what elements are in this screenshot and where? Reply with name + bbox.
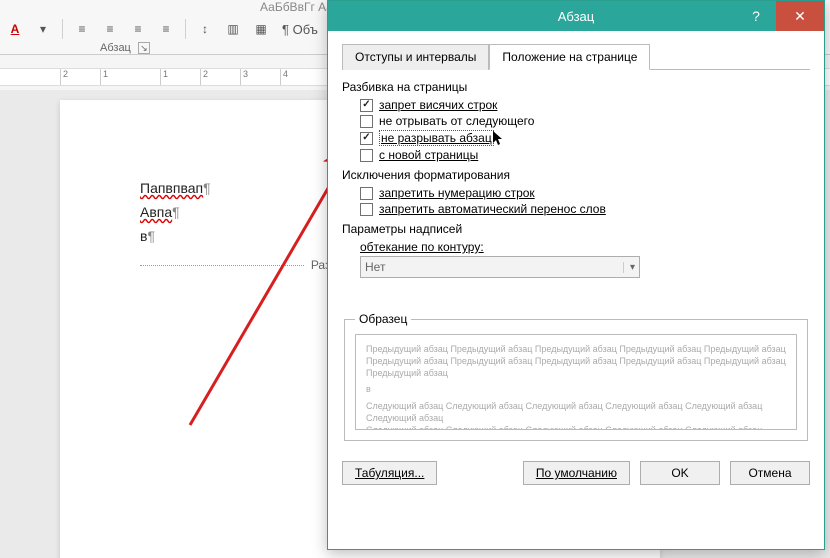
dialog-titlebar: Абзац ? ✕	[328, 1, 824, 31]
wrap-combo-value: Нет	[365, 260, 385, 274]
tabs-button[interactable]: Табуляция...	[342, 461, 437, 485]
shading-icon[interactable]: ▥	[222, 18, 244, 40]
align-center-icon[interactable]: ≡	[99, 18, 121, 40]
help-button[interactable]: ?	[736, 1, 776, 31]
group-pagination: Разбивка на страницы	[342, 80, 810, 94]
dialog-tabs: Отступы и интервалы Положение на страниц…	[342, 43, 810, 70]
checkbox-icon[interactable]	[360, 132, 373, 145]
line-spacing-icon[interactable]: ↕	[194, 18, 216, 40]
preview-legend: Образец	[355, 312, 411, 326]
chevron-down-icon: ▾	[623, 262, 635, 273]
ok-button[interactable]: OK	[640, 461, 720, 485]
check-suppress-line-numbers[interactable]: запретить нумерацию строк	[360, 186, 810, 200]
borders-icon[interactable]: ▦	[250, 18, 272, 40]
align-left-icon[interactable]: ≡	[71, 18, 93, 40]
align-justify-icon[interactable]: ≡	[155, 18, 177, 40]
preview-fieldset: Образец Предыдущий абзац Предыдущий абза…	[344, 312, 808, 441]
check-no-hyphenation[interactable]: запретить автоматический перенос слов	[360, 202, 810, 216]
checkbox-icon[interactable]	[360, 115, 373, 128]
ribbon-group-paragraph: Абзац ↘	[100, 42, 150, 54]
group-exceptions: Исключения форматирования	[342, 168, 810, 182]
paragraph-dialog: Абзац ? ✕ Отступы и интервалы Положение …	[327, 0, 825, 550]
align-right-icon[interactable]: ≡	[127, 18, 149, 40]
default-button[interactable]: По умолчанию	[523, 461, 630, 485]
close-button[interactable]: ✕	[776, 1, 824, 31]
cursor-icon	[492, 130, 504, 146]
dialog-launcher-icon[interactable]: ↘	[138, 42, 150, 54]
check-keep-with-next[interactable]: не отрывать от следующего	[360, 114, 810, 128]
checkbox-icon[interactable]	[360, 203, 373, 216]
checkbox-icon[interactable]	[360, 99, 373, 112]
font-color-dropdown-icon[interactable]: ▾	[32, 18, 54, 40]
preview-box: Предыдущий абзац Предыдущий абзац Предыд…	[355, 334, 797, 430]
check-page-break-before[interactable]: с новой страницы	[360, 148, 810, 162]
dialog-button-row: Табуляция... По умолчанию OK Отмена	[328, 451, 824, 497]
font-color-icon[interactable]: A	[4, 18, 26, 40]
tab-indents[interactable]: Отступы и интервалы	[342, 44, 489, 70]
checkbox-icon[interactable]	[360, 187, 373, 200]
tab-position[interactable]: Положение на странице	[489, 44, 650, 70]
check-widow-control[interactable]: запрет висячих строк	[360, 98, 810, 112]
ribbon-toolbar: A ▾ ≡ ≡ ≡ ≡ ↕ ▥ ▦	[0, 18, 272, 40]
check-keep-lines-together[interactable]: не разрывать абзац	[360, 130, 810, 146]
cancel-button[interactable]: Отмена	[730, 461, 810, 485]
wrap-label: обтекание по контуру:	[360, 240, 810, 254]
group-textbox: Параметры надписей	[342, 222, 810, 236]
adjacent-group-label: ¶ Объ	[282, 22, 318, 37]
checkbox-icon[interactable]	[360, 149, 373, 162]
wrap-combo[interactable]: Нет ▾	[360, 256, 640, 278]
